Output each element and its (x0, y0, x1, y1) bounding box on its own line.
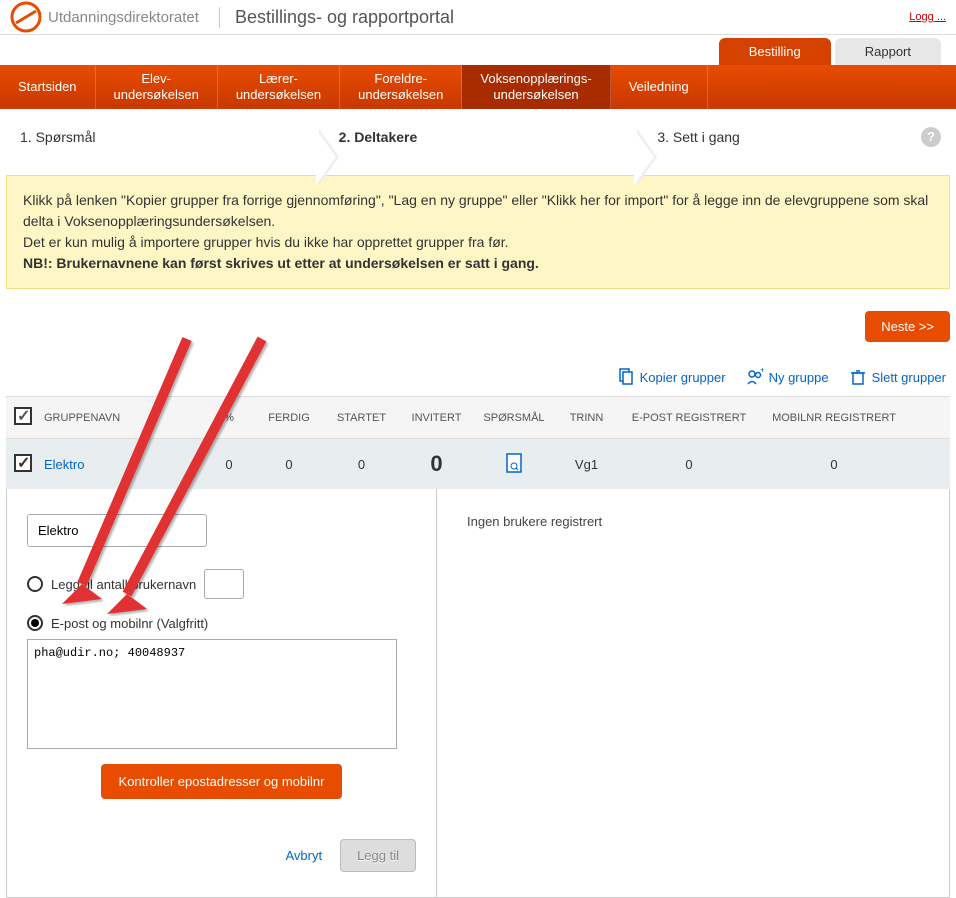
groups-table: GRUPPENAVN % FERDIG STARTET INVITERT SPØ… (6, 396, 950, 489)
leggtil-button: Legg til (340, 839, 416, 872)
help-icon[interactable]: ? (921, 127, 941, 147)
kopier-grupper-link[interactable]: Kopier grupper (617, 368, 726, 386)
radio-count-label: Legg til antall brukernavn (51, 577, 196, 592)
top-tab-row: Bestilling Rapport (0, 35, 956, 65)
count-input[interactable] (204, 569, 244, 599)
users-panel: Ingen brukere registrert (437, 489, 949, 897)
radio-email-label: E-post og mobilnr (Valgfritt) (51, 616, 208, 631)
th-trinn: TRINN (554, 412, 619, 424)
document-icon (506, 453, 522, 473)
nav-startsiden[interactable]: Startsiden (0, 65, 96, 109)
header-bar: Utdanningsdirektoratet Bestillings- og r… (0, 0, 956, 35)
nav-elev[interactable]: Elev-undersøkelsen (96, 65, 218, 109)
info-line-1: Klikk på lenken "Kopier grupper fra forr… (23, 190, 933, 232)
th-invitert: INVITERT (399, 412, 474, 424)
th-sporsmal: SPØRSMÅL (474, 412, 554, 424)
cell-invitert: 0 (399, 451, 474, 477)
th-epost: E-POST REGISTRERT (619, 412, 759, 424)
th-mobil: MOBILNR REGISTRERT (759, 412, 909, 424)
th-gruppenavn: GRUPPENAVN (44, 412, 204, 424)
logg-link[interactable]: Logg ... (909, 11, 946, 23)
ny-gruppe-link[interactable]: + Ny gruppe (746, 368, 829, 386)
th-ferdig: FERDIG (254, 412, 324, 424)
radio-row-email: E-post og mobilnr (Valgfritt) (27, 615, 416, 631)
main-nav: Startsiden Elev-undersøkelsen Lærer-unde… (0, 65, 956, 109)
wizard-steps: 1. Spørsmål 2. Deltakere 3. Sett i gang … (0, 109, 956, 165)
org-name: Utdanningsdirektoratet (48, 9, 199, 26)
radio-row-count: Legg til antall brukernavn (27, 569, 416, 599)
svg-text:+: + (760, 368, 764, 375)
th-startet: STARTET (324, 412, 399, 424)
nav-foreldre[interactable]: Foreldre-undersøkelsen (340, 65, 462, 109)
logo-area: Utdanningsdirektoratet (10, 1, 199, 33)
neste-button[interactable]: Neste >> (865, 311, 950, 342)
slett-grupper-link[interactable]: Slett grupper (849, 368, 946, 386)
portal-title: Bestillings- og rapportportal (219, 7, 454, 28)
group-actions: Kopier grupper + Ny gruppe Slett grupper (0, 350, 956, 396)
cell-epost: 0 (619, 457, 759, 472)
radio-add-count[interactable] (27, 576, 43, 592)
table-header: GRUPPENAVN % FERDIG STARTET INVITERT SPØ… (6, 396, 950, 439)
cell-ferdig: 0 (254, 457, 324, 472)
nav-voksen[interactable]: Voksenopplærings-undersøkelsen (462, 65, 610, 109)
copy-icon (617, 368, 635, 386)
group-form: Legg til antall brukernavn E-post og mob… (7, 489, 437, 897)
th-pct: % (204, 412, 254, 424)
group-name-input[interactable] (27, 514, 207, 547)
info-line-2: Det er kun mulig å importere grupper hvi… (23, 232, 933, 253)
group-name-link[interactable]: Elektro (44, 457, 204, 472)
tab-rapport[interactable]: Rapport (835, 38, 941, 65)
step-3[interactable]: 3. Sett i gang (637, 129, 956, 145)
nav-veiledning[interactable]: Veiledning (611, 65, 708, 109)
email-mobile-textarea[interactable]: pha@udir.no; 40048937 (27, 639, 397, 749)
no-users-text: Ingen brukere registrert (467, 514, 602, 529)
header-right: Logg ... (909, 11, 946, 23)
trash-icon (849, 368, 867, 386)
step-1[interactable]: 1. Spørsmål (0, 129, 319, 145)
next-row: Neste >> (0, 299, 956, 350)
info-line-3: NB!: Brukernavnene kan først skrives ut … (23, 255, 539, 271)
logo-icon (10, 1, 42, 33)
avbryt-link[interactable]: Avbryt (285, 848, 322, 863)
row-checkbox[interactable] (14, 454, 32, 472)
cell-sporsmal[interactable] (474, 453, 554, 476)
add-group-icon: + (746, 368, 764, 386)
cell-pct: 0 (204, 457, 254, 472)
cell-trinn: Vg1 (554, 457, 619, 472)
detail-panel: Legg til antall brukernavn E-post og mob… (6, 489, 950, 898)
select-all-checkbox[interactable] (14, 407, 32, 425)
step-2[interactable]: 2. Deltakere (319, 129, 638, 145)
radio-email-mobile[interactable] (27, 615, 43, 631)
tab-bestilling[interactable]: Bestilling (719, 38, 831, 65)
cell-startet: 0 (324, 457, 399, 472)
info-box: Klikk på lenken "Kopier grupper fra forr… (6, 175, 950, 289)
nav-laerer[interactable]: Lærer-undersøkelsen (218, 65, 340, 109)
table-row: Elektro 0 0 0 0 Vg1 0 0 (6, 439, 950, 489)
cell-mobil: 0 (759, 457, 909, 472)
kontroller-button[interactable]: Kontroller epostadresser og mobilnr (101, 764, 343, 799)
